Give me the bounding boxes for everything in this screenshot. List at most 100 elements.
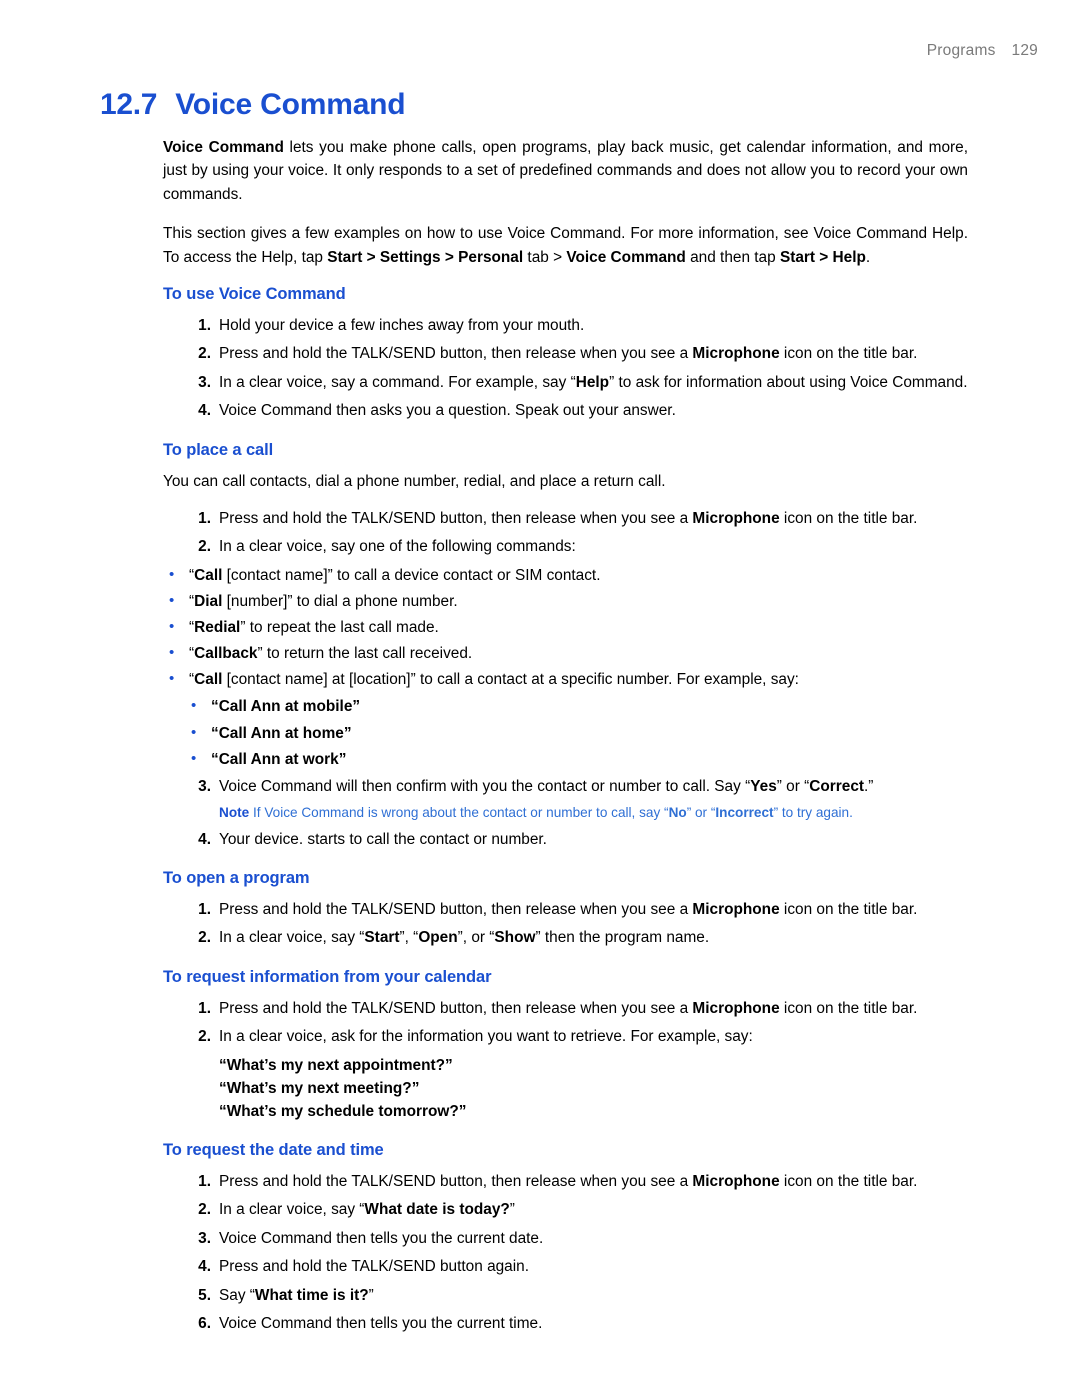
title-number: 12.7 xyxy=(100,88,158,121)
list-item: 5. Say “What time is it?” xyxy=(163,1284,968,1307)
note-text-mid: ” or “ xyxy=(686,805,716,821)
list-item: 4. Press and hold the TALK/SEND button ag… xyxy=(163,1255,968,1278)
step-bold: Microphone xyxy=(692,345,780,363)
step-text-post: icon on the title bar. xyxy=(779,900,918,918)
step-number: 6. xyxy=(198,1314,211,1332)
bullet-text-post: ” to repeat the last call made. xyxy=(240,619,439,637)
step-text-post: .” xyxy=(864,777,874,795)
list-item: 2. In a clear voice, ask for the informat… xyxy=(163,1025,968,1048)
call-example-text: “Call Ann at work” xyxy=(211,750,347,768)
command-bullet-list: • “Call [contact name]” to call a device … xyxy=(163,564,968,692)
step-number: 2. xyxy=(198,929,211,947)
step-bold: What date is today? xyxy=(364,1201,510,1219)
list-item: 3. Voice Command then tells you the curre… xyxy=(163,1227,968,1250)
bullet-text-post: [contact name] at [location]” to call a … xyxy=(222,671,799,689)
list-item: 2. Press and hold the TALK/SEND button, t… xyxy=(163,342,968,365)
document-body: Voice Command lets you make phone calls,… xyxy=(163,136,968,1340)
list-item: 2. In a clear voice, say “What date is to… xyxy=(163,1198,968,1221)
intro-p2-b4: and then tap xyxy=(685,248,780,266)
call-example-text: “Call Ann at home” xyxy=(211,724,352,742)
step-text: Press and hold the TALK/SEND button, the… xyxy=(219,999,693,1017)
list-item: 4. Voice Command then asks you a question… xyxy=(163,399,968,422)
step-number: 2. xyxy=(198,1201,211,1219)
step-text: Press and hold the TALK/SEND button, the… xyxy=(219,345,693,363)
step-text-post: ” xyxy=(509,1201,515,1219)
step-text-post: icon on the title bar. xyxy=(779,510,918,528)
bullet-text-post: [number]” to dial a phone number. xyxy=(222,592,458,610)
step-bold: Microphone xyxy=(692,900,780,918)
list-to-request-calendar-info: 1. Press and hold the TALK/SEND button, t… xyxy=(163,997,968,1049)
bullet-text-post: [contact name]” to call a device contact… xyxy=(222,566,601,584)
bullet-bold: Dial xyxy=(194,592,223,610)
header-page-number: 129 xyxy=(1011,42,1038,59)
step-text: Voice Command then tells you the current… xyxy=(219,1314,543,1332)
step-number: 1. xyxy=(198,1172,211,1190)
bullet-bold: Call xyxy=(194,671,223,689)
note-text-pre: If Voice Command is wrong about the cont… xyxy=(249,805,669,821)
step-number: 2. xyxy=(198,538,211,556)
step-number: 2. xyxy=(198,1028,211,1046)
heading-to-open-a-program: To open a program xyxy=(163,868,310,887)
intro-p2-end: . xyxy=(865,248,871,266)
list-to-place-a-call-end: 4. Your device. starts to call the contac… xyxy=(163,828,968,851)
bullet-dot-icon: • xyxy=(169,591,175,609)
calendar-example-2: “What’s my next meeting?” xyxy=(219,1079,420,1097)
list-item: 1. Hold your device a few inches away fro… xyxy=(163,314,968,337)
list-item: • “Call [contact name] at [location]” to … xyxy=(163,668,968,691)
intro-paragraph-1-text: lets you make phone calls, open programs… xyxy=(163,139,968,203)
bullet-dot-icon: • xyxy=(169,644,175,662)
list-item: 3. In a clear voice, say a command. For e… xyxy=(163,371,968,394)
bullet-dot-icon: • xyxy=(191,697,197,715)
intro-p2-path-2: Voice Command xyxy=(566,248,686,266)
list-item: • “Call [contact name]” to call a device … xyxy=(163,564,968,587)
page-header: Programs 129 xyxy=(927,42,1038,60)
header-section-label: Programs xyxy=(926,42,996,59)
list-item: • “Redial” to repeat the last call made. xyxy=(163,616,968,639)
step-text: Press and hold the TALK/SEND button, the… xyxy=(219,510,693,528)
bullet-dot-icon: • xyxy=(191,723,197,741)
step-bold: Microphone xyxy=(692,510,780,528)
step-bold: Microphone xyxy=(692,999,780,1017)
heading-to-request-date-and-time: To request the date and time xyxy=(163,1140,384,1159)
step-bold: Microphone xyxy=(692,1172,780,1190)
step-text: Press and hold the TALK/SEND button, the… xyxy=(219,900,693,918)
step-text-post: icon on the title bar. xyxy=(779,1172,918,1190)
step-bold: Yes xyxy=(750,777,777,795)
step-number: 3. xyxy=(198,777,211,795)
step-number: 1. xyxy=(198,510,211,528)
step-text: Say “ xyxy=(219,1286,255,1304)
step-text-mid: ” or “ xyxy=(776,777,810,795)
list-item: 1. Press and hold the TALK/SEND button, t… xyxy=(163,507,968,530)
step-bold-3: Show xyxy=(494,929,536,947)
bullet-bold: Call xyxy=(194,566,223,584)
list-to-place-a-call-cont: 3. Voice Command will then confirm with y… xyxy=(163,775,968,798)
step-number: 1. xyxy=(198,999,211,1017)
step-number: 2. xyxy=(198,345,211,363)
call-example-text: “Call Ann at mobile” xyxy=(211,698,361,716)
list-item: • “Call Ann at home” xyxy=(185,722,968,745)
step-bold: Help xyxy=(575,373,610,391)
calendar-example-3: “What’s my schedule tomorrow?” xyxy=(219,1102,467,1120)
step-text: Press and hold the TALK/SEND button agai… xyxy=(219,1258,529,1276)
list-item: 4. Your device. starts to call the contac… xyxy=(163,828,968,851)
heading-to-use-voice-command: To use Voice Command xyxy=(163,285,346,304)
list-to-open-a-program: 1. Press and hold the TALK/SEND button, t… xyxy=(163,898,968,950)
list-item: • “Callback” to return the last call rece… xyxy=(163,642,968,665)
intro-paragraph-2: This section gives a few examples on how… xyxy=(163,222,968,269)
step-text: In a clear voice, say “ xyxy=(219,1201,365,1219)
step-text-post: icon on the title bar. xyxy=(779,345,918,363)
heading-to-request-calendar-info: To request information from your calenda… xyxy=(163,967,492,986)
step-text: Voice Command then asks you a question. … xyxy=(219,402,676,420)
step-number: 4. xyxy=(198,402,211,420)
list-item: 1. Press and hold the TALK/SEND button, t… xyxy=(163,997,968,1020)
bullet-bold: Redial xyxy=(194,619,241,637)
step-number: 4. xyxy=(198,1258,211,1276)
intro-bold-term: Voice Command xyxy=(163,139,284,156)
step-text-post: ” xyxy=(368,1286,374,1304)
bullet-dot-icon: • xyxy=(169,565,175,583)
intro-p2-path-3: Start > Help xyxy=(779,248,866,266)
step-text: In a clear voice, ask for the informatio… xyxy=(219,1028,753,1046)
intro-paragraph-1: Voice Command lets you make phone calls,… xyxy=(163,136,968,206)
list-item: • “Dial [number]” to dial a phone number. xyxy=(163,590,968,613)
step-text-post: icon on the title bar. xyxy=(779,999,918,1017)
